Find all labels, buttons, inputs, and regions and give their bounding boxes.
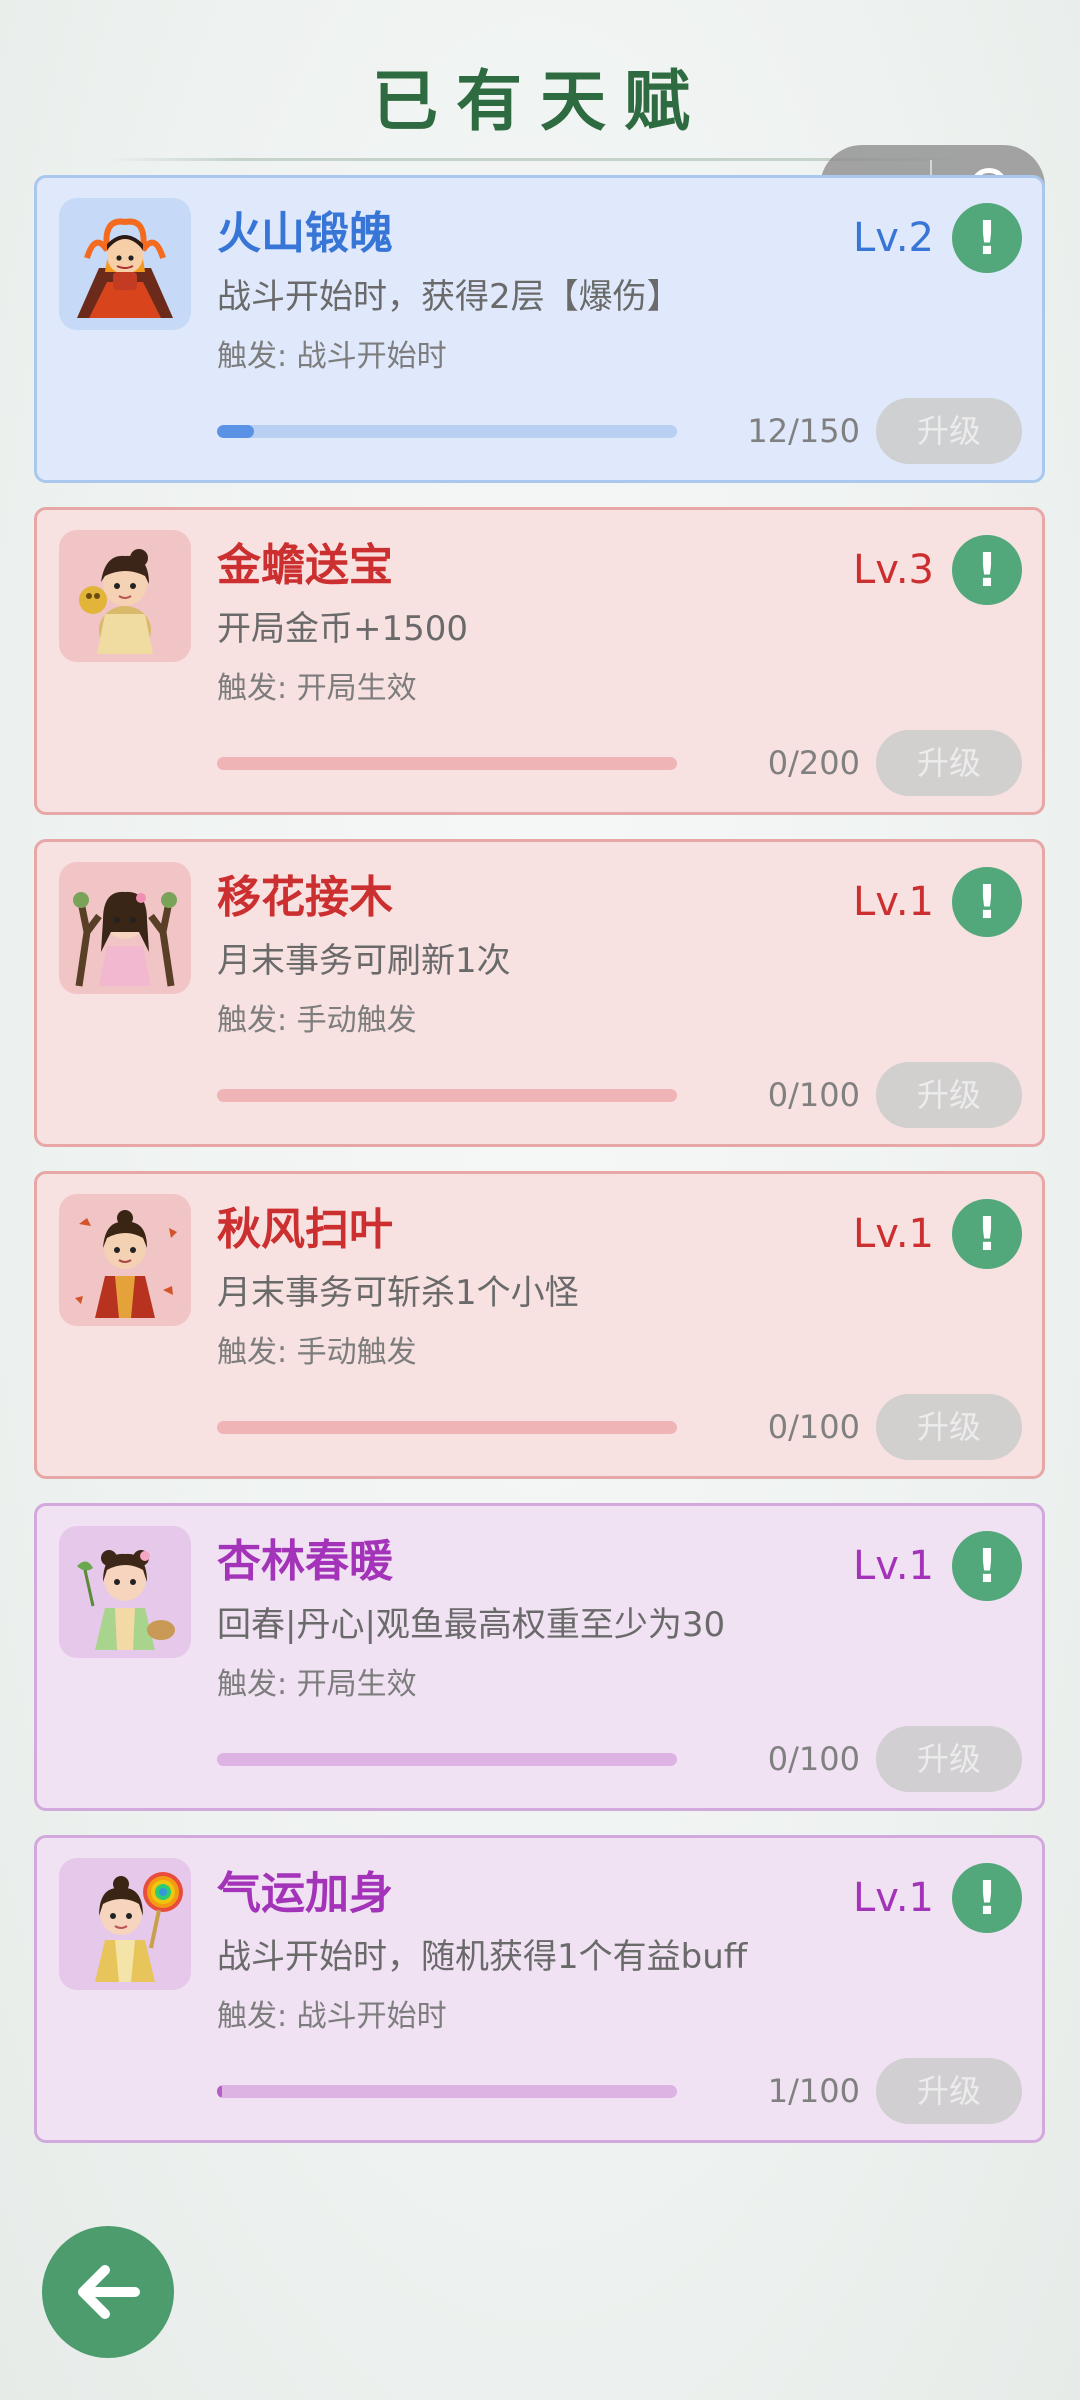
talent-description: 回春|丹心|观鱼最高权重至少为30 [217, 1605, 726, 1645]
golden-toad-girl-icon [79, 549, 153, 654]
exclamation-icon[interactable]: ! [952, 1199, 1022, 1269]
talent-description: 开局金币+1500 [217, 609, 469, 649]
page-title: 已有天赋 [372, 63, 708, 140]
volcano-warrior-icon [77, 218, 173, 318]
progress-text: 0/100 [767, 1740, 860, 1778]
talent-level: Lv.2 [852, 215, 934, 261]
herbalist-girl-icon [77, 1550, 175, 1650]
talent-trigger: 触发: 手动触发 [217, 1335, 417, 1370]
talent-description: 月末事务可刷新1次 [217, 941, 511, 981]
talent-description: 战斗开始时，随机获得1个有益buff [217, 1937, 748, 1977]
progress-bar [217, 757, 677, 770]
upgrade-button[interactable]: 升级 [876, 1726, 1022, 1792]
talent-trigger: 触发: 战斗开始时 [217, 1999, 447, 2034]
talent-description: 月末事务可斩杀1个小怪 [217, 1273, 579, 1313]
talent-avatar [59, 1526, 191, 1658]
talent-level: Lv.1 [852, 1211, 934, 1257]
talent-avatar [59, 198, 191, 330]
progress-bar [217, 2085, 677, 2098]
talent-card: 金蟾送宝 Lv.3 ! 开局金币+1500 触发: 开局生效 0/200 升级 [34, 507, 1045, 815]
back-button[interactable] [42, 2226, 174, 2358]
flower-tree-girl-icon [73, 891, 177, 987]
talent-level: Lv.1 [852, 879, 934, 925]
talent-avatar [59, 1194, 191, 1326]
talent-name: 移花接木 [217, 872, 393, 923]
progress-text: 0/100 [767, 1076, 860, 1114]
talent-card: 火山锻魄 Lv.2 ! 战斗开始时，获得2层【爆伤】 触发: 战斗开始时 12/… [34, 175, 1045, 483]
exclamation-icon[interactable]: ! [952, 1531, 1022, 1601]
progress-text: 1/100 [767, 2072, 860, 2110]
progress-bar [217, 1753, 677, 1766]
autumn-wind-swordsman-icon [75, 1210, 177, 1318]
talent-card: 杏林春暖 Lv.1 ! 回春|丹心|观鱼最高权重至少为30 触发: 开局生效 0… [34, 1503, 1045, 1811]
talent-card: 秋风扫叶 Lv.1 ! 月末事务可斩杀1个小怪 触发: 手动触发 0/100 升… [34, 1171, 1045, 1479]
progress-fill [217, 425, 254, 438]
upgrade-button[interactable]: 升级 [876, 1062, 1022, 1128]
progress-text: 0/200 [767, 744, 860, 782]
talent-name: 金蟾送宝 [217, 540, 393, 591]
exclamation-icon[interactable]: ! [952, 535, 1022, 605]
upgrade-button[interactable]: 升级 [876, 398, 1022, 464]
talent-trigger: 触发: 开局生效 [217, 1667, 417, 1702]
talent-trigger: 触发: 手动触发 [217, 1003, 417, 1038]
progress-fill [217, 2085, 222, 2098]
progress-bar [217, 1089, 677, 1102]
talent-name: 气运加身 [217, 1868, 393, 1919]
progress-text: 0/100 [767, 1408, 860, 1446]
talent-name: 秋风扫叶 [217, 1204, 393, 1255]
exclamation-icon[interactable]: ! [952, 1863, 1022, 1933]
progress-bar [217, 425, 677, 438]
upgrade-button[interactable]: 升级 [876, 730, 1022, 796]
progress-text: 12/150 [747, 412, 860, 450]
upgrade-button[interactable]: 升级 [876, 1394, 1022, 1460]
talent-avatar [59, 530, 191, 662]
talent-name: 杏林春暖 [217, 1536, 393, 1587]
upgrade-button[interactable]: 升级 [876, 2058, 1022, 2124]
talent-name: 火山锻魄 [217, 208, 393, 259]
talent-avatar [59, 862, 191, 994]
arrow-left-icon [78, 2265, 140, 2319]
talent-level: Lv.3 [852, 547, 934, 593]
talent-card: 移花接木 Lv.1 ! 月末事务可刷新1次 触发: 手动触发 0/100 升级 [34, 839, 1045, 1147]
exclamation-icon[interactable]: ! [952, 867, 1022, 937]
talent-avatar [59, 1858, 191, 1990]
exclamation-icon[interactable]: ! [952, 203, 1022, 273]
talent-trigger: 触发: 战斗开始时 [217, 339, 447, 374]
progress-bar [217, 1421, 677, 1434]
talent-trigger: 触发: 开局生效 [217, 671, 417, 706]
talent-card: 气运加身 Lv.1 ! 战斗开始时，随机获得1个有益buff 触发: 战斗开始时… [34, 1835, 1045, 2143]
talent-description: 战斗开始时，获得2层【爆伤】 [217, 277, 681, 317]
talent-level: Lv.1 [852, 1543, 934, 1589]
lucky-rainbow-girl-icon [95, 1872, 183, 1982]
talent-level: Lv.1 [852, 1875, 934, 1921]
